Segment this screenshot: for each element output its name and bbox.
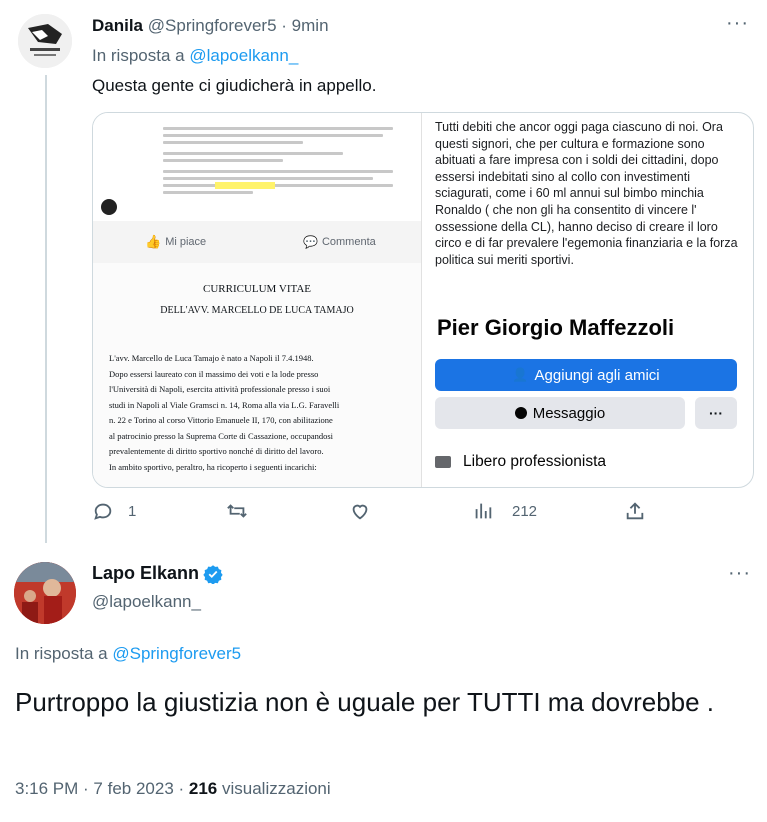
thumbs-up-icon: 👍 (145, 234, 162, 249)
facebook-action-bar: 👍 Mi piace 💬 Commenta (93, 221, 421, 263)
reply-handle-link[interactable]: @lapoelkann_ (189, 46, 298, 65)
retweet-button[interactable] (225, 500, 249, 522)
heart-icon (352, 504, 368, 520)
cv-line: al patrocinio presso la Suprema Corte di… (109, 430, 334, 441)
add-friend-label: Aggiungi agli amici (534, 366, 660, 384)
more-horizontal-icon[interactable]: ··· (726, 12, 749, 35)
comment-bubble-icon: 💬 (303, 235, 318, 249)
tweet-date[interactable]: 7 feb 2023 (93, 779, 173, 798)
reply-context: In risposta a @Springforever5 (15, 644, 241, 664)
comment-action[interactable]: 💬 Commenta (303, 235, 376, 249)
document-snippet (93, 113, 421, 221)
views-label: visualizzazioni (222, 779, 331, 798)
share-icon (626, 502, 644, 520)
timestamp[interactable]: 9min (292, 16, 329, 35)
more-horizontal-icon[interactable]: ··· (728, 562, 751, 585)
avatar[interactable] (14, 562, 76, 624)
handle[interactable]: @Springforever5 (148, 16, 277, 35)
tweet-actions: 1 212 (92, 500, 652, 528)
cv-line: In ambito sportivo, peraltro, ha ricoper… (109, 461, 317, 472)
share-button[interactable] (624, 500, 646, 522)
cd-badge (101, 199, 117, 215)
facebook-post-text: Tutti debiti che ancor oggi paga ciascun… (435, 120, 738, 267)
cv-subtitle: DELL'AVV. MARCELLO DE LUCA TAMAJO (160, 305, 354, 316)
cv-line: studi in Napoli al Viale Gramsci n. 14, … (109, 399, 340, 410)
media-left-panel: 👍 Mi piace 💬 Commenta CURRICULUM VITAE D… (93, 113, 422, 487)
avatar[interactable] (18, 14, 72, 68)
separator: · (281, 16, 287, 35)
views-button[interactable]: 212 (472, 500, 537, 522)
thread-line (45, 75, 47, 543)
tweet-text: Purtroppo la giustizia non è uguale per … (15, 687, 715, 717)
cv-line: n. 22 e Torino al corso Vittorio Emanuel… (109, 415, 333, 425)
like-button[interactable] (349, 500, 371, 522)
curriculum-document: CURRICULUM VITAE DELL'AVV. MARCELLO DE L… (93, 263, 421, 487)
job-label: Libero professionista (463, 453, 607, 470)
display-name[interactable]: Danila (92, 16, 143, 35)
views-count: 212 (512, 502, 538, 520)
handle[interactable]: @lapoelkann_ (92, 592, 201, 612)
reply-count: 1 (128, 502, 137, 520)
cv-line: prevalentemente di diritto sportivo nonc… (109, 446, 324, 456)
messenger-icon (514, 407, 527, 419)
profile-job: Libero professionista (435, 453, 606, 471)
reply-handle-link[interactable]: @Springforever5 (112, 644, 241, 663)
like-label: Mi piace (165, 236, 207, 248)
highlight-mark (215, 182, 275, 189)
cv-line: l'Università di Napoli, esercita attivit… (109, 384, 331, 394)
add-person-icon: 👤 (512, 367, 529, 382)
facebook-profile-name: Pier Giorgio Maffezzoli (437, 315, 675, 340)
tweet-text: Questa gente ci giudicherà in appello. (92, 76, 377, 95)
cv-line: Dopo essersi laureato con il massimo dei… (109, 368, 319, 379)
comment-label: Commenta (321, 236, 376, 248)
more-options-button: ··· (695, 397, 737, 429)
reply-context: In risposta a @lapoelkann_ (92, 46, 298, 66)
analytics-bars-icon (475, 503, 492, 519)
add-friend-button: 👤 Aggiungi agli amici (435, 359, 737, 391)
like-action[interactable]: 👍 Mi piace (145, 234, 206, 250)
briefcase-icon (435, 456, 451, 468)
reply-icon (94, 503, 112, 520)
verified-badge-icon (203, 564, 223, 584)
cv-line: L'avv. Marcello de Luca Tamajo è nato a … (109, 353, 314, 363)
display-name[interactable]: Lapo Elkann (92, 563, 199, 584)
tweet-header: Danila @Springforever5 · 9min (92, 16, 329, 36)
tweet-meta: 3:16 PM · 7 feb 2023 · 216 visualizzazio… (15, 779, 331, 798)
display-name-row: Lapo Elkann (92, 563, 223, 584)
reply-button[interactable]: 1 (92, 500, 136, 522)
retweet-icon (227, 504, 247, 518)
tweet-time[interactable]: 3:16 PM (15, 779, 78, 798)
views-count: 216 (188, 779, 218, 798)
reply-prefix: In risposta a (15, 644, 108, 663)
reply-prefix: In risposta a (92, 46, 185, 65)
tweet-media-image[interactable]: 👍 Mi piace 💬 Commenta CURRICULUM VITAE D… (92, 112, 754, 488)
message-button: Messaggio (435, 397, 685, 429)
message-label: Messaggio (532, 404, 606, 422)
cv-title: CURRICULUM VITAE (202, 283, 311, 295)
